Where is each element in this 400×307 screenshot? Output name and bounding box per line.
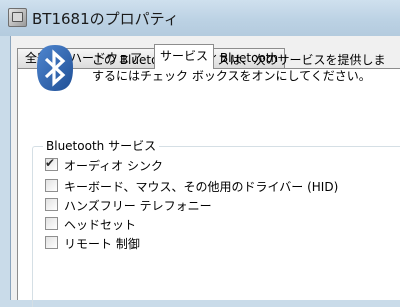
bluetooth-icon: [37, 45, 73, 91]
checkmark-icon: ✔: [45, 156, 56, 170]
services-group-label: Bluetooth サービス: [43, 137, 160, 154]
service-label: オーディオ シンク: [64, 159, 163, 173]
service-label: リモート 制御: [64, 237, 140, 251]
description-line-1: この Bluetooth デバイスは、次のサービスを提供しま: [92, 53, 386, 67]
service-label: ハンズフリー テレフォニー: [64, 199, 212, 213]
tab-services[interactable]: サービス: [154, 44, 214, 69]
remote-control-checkbox[interactable]: [45, 236, 58, 249]
handsfree-checkbox[interactable]: [45, 198, 58, 211]
title-bar[interactable]: BT1681のプロパティ: [0, 0, 400, 36]
service-description: この Bluetooth デバイスは、次のサービスを提供しま するにはチェック …: [92, 52, 386, 84]
service-label: キーボード、マウス、その他用のドライバー (HID): [64, 180, 339, 194]
headset-checkbox[interactable]: [45, 217, 58, 230]
window-title: BT1681のプロパティ: [32, 10, 179, 28]
audio-sink-checkbox[interactable]: ✔: [45, 156, 58, 171]
hid-checkbox[interactable]: [45, 179, 58, 192]
service-label: ヘッドセット: [64, 218, 137, 232]
properties-window-icon: [8, 8, 27, 27]
description-line-2: するにはチェック ボックスをオンにしてください。: [92, 69, 371, 83]
